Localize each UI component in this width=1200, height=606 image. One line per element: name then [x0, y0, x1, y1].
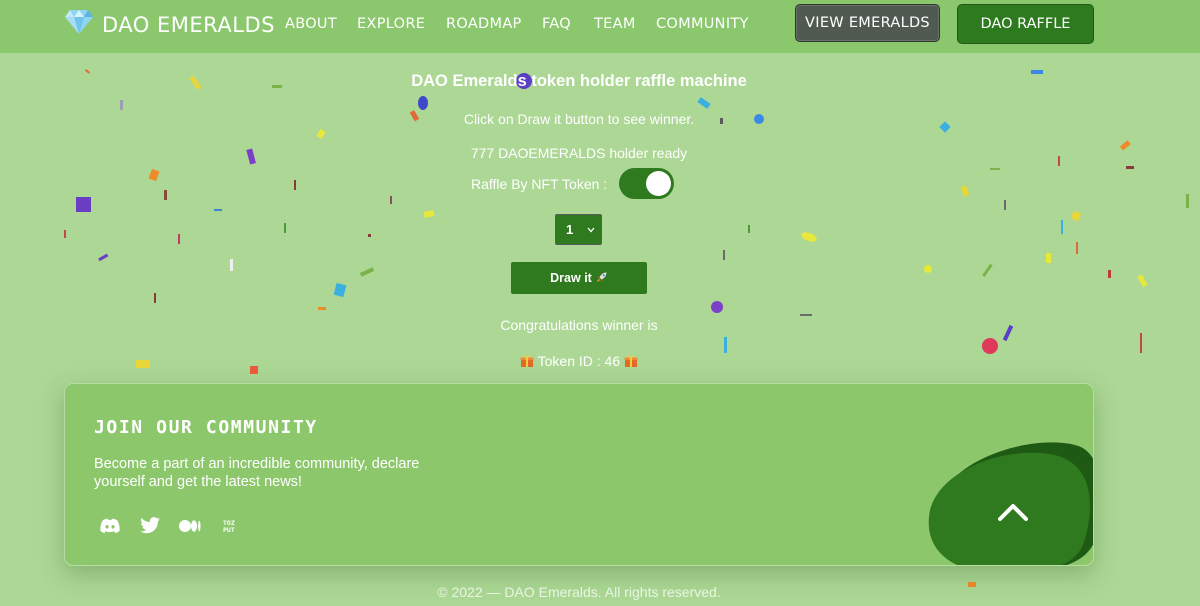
join-community-card: JOIN OUR COMMUNITY Become a part of an i… — [64, 383, 1094, 566]
top-navbar: DAO EMERALDS ABOUT EXPLORE ROADMAP FAQ T… — [0, 0, 1200, 53]
diamond-icon — [64, 9, 94, 40]
nav-link-community[interactable]: COMMUNITY — [656, 16, 749, 32]
token-result: Token ID : 46 — [0, 353, 1158, 369]
scroll-to-top-icon[interactable] — [997, 502, 1029, 527]
logo[interactable]: DAO EMERALDS — [64, 9, 275, 40]
gift-icon — [520, 353, 538, 369]
view-emeralds-button[interactable]: VIEW EMERALDS — [795, 4, 940, 42]
logo-text: DAO EMERALDS — [102, 12, 275, 37]
medium-icon[interactable] — [178, 515, 202, 537]
raffle-instruction: Click on Draw it button to see winner. — [463, 111, 695, 127]
social-links: TOZ PUT — [98, 515, 242, 537]
toggle-knob — [646, 171, 672, 196]
raffle-by-nft-toggle[interactable] — [619, 168, 675, 199]
gift-icon — [624, 353, 638, 369]
token-id-text: Token ID : 46 — [537, 353, 621, 369]
draw-it-button[interactable]: Draw it — [511, 262, 647, 294]
rocket-icon — [596, 271, 608, 286]
nav-link-roadmap[interactable]: ROADMAP — [446, 16, 522, 32]
dao-raffle-button[interactable]: DAO RAFFLE — [957, 4, 1094, 44]
community-description: Become a part of an incredible community… — [94, 456, 420, 490]
nav-link-explore[interactable]: EXPLORE — [357, 16, 425, 32]
nav-link-team[interactable]: TEAM — [594, 16, 636, 32]
draw-it-label: Draw it — [550, 271, 592, 285]
nav-link-about[interactable]: ABOUT — [285, 16, 337, 32]
footer-copyright: © 2022 — DAO Emeralds. All rights reserv… — [437, 584, 721, 600]
twitter-icon[interactable] — [138, 515, 162, 537]
discord-icon[interactable] — [98, 515, 122, 537]
select-value: 1 — [566, 222, 574, 237]
svg-text:PUT: PUT — [223, 526, 235, 534]
hoc-icon[interactable]: TOZ PUT — [218, 515, 242, 537]
raffle-title: DAO Emeralds token holder raffle machine — [411, 72, 747, 90]
holders-ready-text: 777 DAOEMERALDS holder ready — [470, 145, 688, 161]
toggle-label: Raffle By NFT Token : — [471, 175, 608, 192]
winner-text: Congratulations winner is — [500, 317, 658, 333]
community-heading: JOIN OUR COMMUNITY — [94, 417, 318, 438]
chevron-down-icon — [587, 225, 595, 235]
draw-count-select[interactable]: 1 — [555, 214, 602, 245]
raffle-by-nft-row: Raffle By NFT Token : — [471, 168, 675, 199]
nav-link-faq[interactable]: FAQ — [542, 16, 571, 32]
